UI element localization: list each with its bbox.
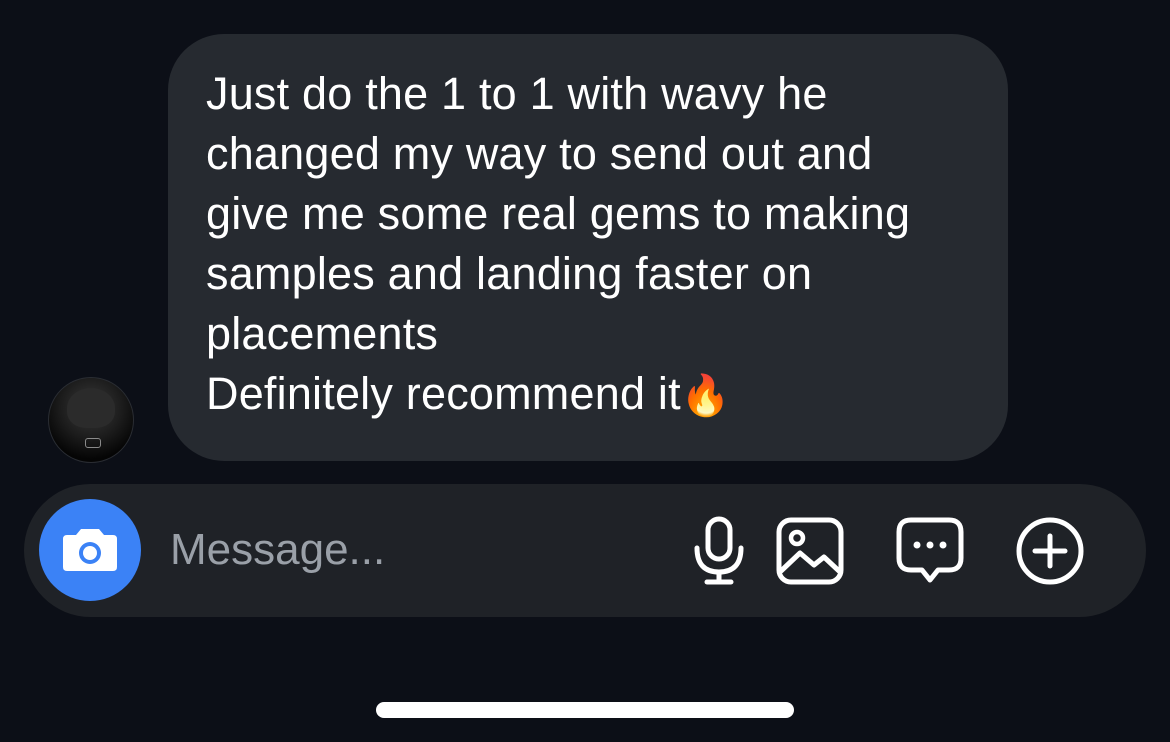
- more-options-button[interactable]: [1013, 514, 1087, 588]
- avatar-shirt-logo: [85, 438, 101, 448]
- chat-screen: Just do the 1 to 1 with wavy he changed …: [0, 0, 1170, 742]
- message-composer: [24, 484, 1146, 617]
- gallery-button[interactable]: [773, 514, 847, 588]
- message-body: Just do the 1 to 1 with wavy he changed …: [206, 68, 911, 419]
- camera-icon: [63, 529, 117, 571]
- avatar-figure: [67, 388, 115, 428]
- fire-emoji: 🔥: [680, 374, 731, 418]
- image-icon: [776, 517, 844, 585]
- home-indicator[interactable]: [376, 702, 794, 718]
- microphone-icon: [694, 516, 744, 585]
- message-text: Just do the 1 to 1 with wavy he changed …: [206, 64, 978, 426]
- camera-button[interactable]: [39, 499, 141, 601]
- message-bubble-icon: [896, 517, 964, 583]
- plus-circle-icon: [1016, 517, 1084, 585]
- message-bubble[interactable]: Just do the 1 to 1 with wavy he changed …: [168, 34, 1008, 461]
- sticker-button[interactable]: [893, 514, 967, 588]
- message-input[interactable]: [170, 514, 640, 586]
- sender-avatar[interactable]: [48, 377, 134, 463]
- microphone-button[interactable]: [682, 514, 756, 588]
